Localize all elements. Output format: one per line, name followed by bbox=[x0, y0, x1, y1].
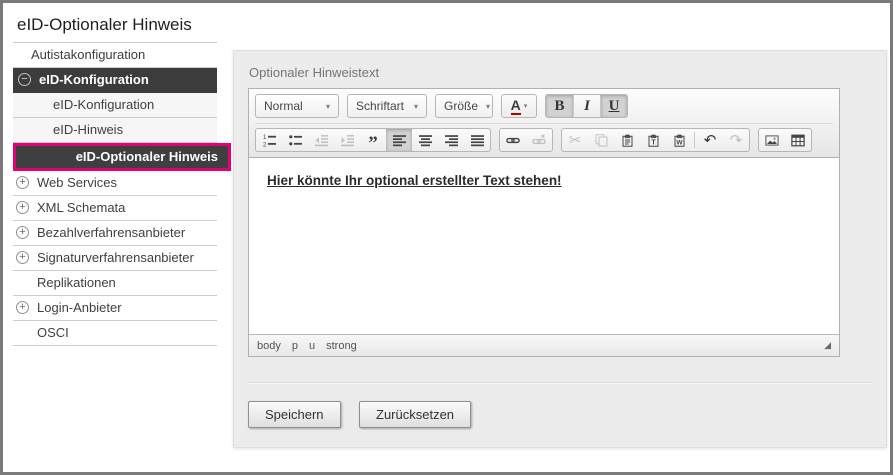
expand-plus-icon[interactable]: + bbox=[16, 201, 29, 214]
elements-path-body[interactable]: body bbox=[257, 340, 281, 352]
sidebar-item-replikationen[interactable]: Replikationen bbox=[13, 271, 217, 296]
editor-toolbar: Normal ▾ Schriftart ▾ Größe ▾ bbox=[249, 89, 839, 158]
chevron-down-icon: ▾ bbox=[326, 102, 330, 111]
insert-link-button[interactable] bbox=[500, 129, 526, 151]
bulleted-list-button[interactable] bbox=[282, 129, 308, 151]
align-left-button[interactable] bbox=[386, 129, 412, 151]
increase-indent-button bbox=[334, 129, 360, 151]
chevron-down-icon: ▾ bbox=[524, 102, 528, 110]
sidebar-item-label: XML Schemata bbox=[37, 200, 125, 215]
paste-as-text-button[interactable]: T bbox=[640, 129, 666, 151]
chevron-down-icon: ▾ bbox=[414, 102, 418, 111]
blockquote-button[interactable]: ” bbox=[360, 129, 386, 151]
copy-button bbox=[588, 129, 614, 151]
sidebar-item-bezahlverfahrensanbieter[interactable]: + Bezahlverfahrensanbieter bbox=[13, 221, 217, 246]
form-actions: Speichern Zurücksetzen bbox=[234, 384, 886, 445]
text-color-icon: A bbox=[511, 98, 521, 115]
paste-from-word-button[interactable]: W bbox=[666, 129, 692, 151]
text-color-button[interactable]: A ▾ bbox=[502, 95, 536, 117]
link-group bbox=[499, 128, 553, 152]
paragraph-format-dropdown[interactable]: Normal ▾ bbox=[255, 94, 339, 118]
editor-elements-path-bar: body p u strong ◢ bbox=[249, 334, 839, 356]
redo-button: ↷ bbox=[723, 129, 749, 151]
sidebar-item-eid-hinweis[interactable]: eID-Hinweis bbox=[13, 118, 217, 143]
italic-button[interactable]: I bbox=[573, 95, 600, 117]
sidebar-item-osci[interactable]: OSCI bbox=[13, 321, 217, 346]
hint-text-form: Optionaler Hinweistext Normal ▾ Schrifta… bbox=[234, 51, 886, 384]
sidebar-navigation: eID-Optionaler Hinweis Autistakonfigurat… bbox=[13, 9, 217, 346]
elements-path-strong[interactable]: strong bbox=[326, 340, 357, 352]
sidebar-item-label: eID-Hinweis bbox=[53, 122, 123, 137]
svg-text:1: 1 bbox=[263, 135, 267, 141]
field-label: Optionaler Hinweistext bbox=[249, 65, 872, 80]
font-size-dropdown[interactable]: Größe ▾ bbox=[435, 94, 493, 118]
align-right-button[interactable] bbox=[438, 129, 464, 151]
svg-text:T: T bbox=[651, 139, 656, 146]
sidebar-item-web-services[interactable]: + Web Services bbox=[13, 171, 217, 196]
content-panel: Optionaler Hinweistext Normal ▾ Schrifta… bbox=[233, 50, 887, 448]
sidebar-item-label: Replikationen bbox=[37, 275, 116, 290]
richtext-editor: Normal ▾ Schriftart ▾ Größe ▾ bbox=[248, 88, 840, 357]
sidebar-item-signaturverfahrensanbieter[interactable]: + Signaturverfahrensanbieter bbox=[13, 246, 217, 271]
align-justify-button[interactable] bbox=[464, 129, 490, 151]
sidebar-item-eid-konfiguration-parent[interactable]: − eID-Konfiguration bbox=[13, 68, 217, 93]
text-color-group: A ▾ bbox=[501, 94, 537, 118]
sidebar-item-label: Login-Anbieter bbox=[37, 300, 122, 315]
numbered-list-button[interactable]: 12 bbox=[256, 129, 282, 151]
bold-button[interactable]: B bbox=[546, 95, 573, 117]
font-family-dropdown[interactable]: Schriftart ▾ bbox=[347, 94, 427, 118]
sidebar-item-label: Signaturverfahrensanbieter bbox=[37, 250, 194, 265]
expand-plus-icon[interactable]: + bbox=[16, 251, 29, 264]
chevron-down-icon: ▾ bbox=[486, 102, 490, 111]
collapse-minus-icon[interactable]: − bbox=[18, 73, 31, 86]
reset-button[interactable]: Zurücksetzen bbox=[359, 401, 471, 428]
save-button[interactable]: Speichern bbox=[248, 401, 341, 428]
sidebar-item-xml-schemata[interactable]: + XML Schemata bbox=[13, 196, 217, 221]
insert-table-button[interactable] bbox=[785, 129, 811, 151]
sidebar-item-label: OSCI bbox=[37, 325, 69, 340]
undo-button[interactable]: ↶ bbox=[697, 129, 723, 151]
toolbar-row-1: Normal ▾ Schriftart ▾ Größe ▾ bbox=[255, 94, 833, 124]
insert-group bbox=[758, 128, 812, 152]
expand-plus-icon[interactable]: + bbox=[16, 226, 29, 239]
sidebar-item-label: eID-Optionaler Hinweis bbox=[76, 149, 218, 164]
svg-text:W: W bbox=[676, 139, 683, 146]
cut-button: ✂ bbox=[562, 129, 588, 151]
insert-image-button[interactable] bbox=[759, 129, 785, 151]
basic-styles-group: B I U bbox=[545, 94, 628, 118]
sidebar-item-label: Autistakonfiguration bbox=[31, 47, 145, 62]
sidebar-item-eid-optionaler-hinweis-selected[interactable]: eID-Optionaler Hinweis bbox=[13, 143, 231, 171]
font-family-value: Schriftart bbox=[356, 99, 404, 113]
clipboard-group: ✂ T W bbox=[561, 128, 750, 152]
decrease-indent-button bbox=[308, 129, 334, 151]
paragraph-format-value: Normal bbox=[264, 99, 303, 113]
paste-button[interactable] bbox=[614, 129, 640, 151]
underline-button[interactable]: U bbox=[600, 95, 627, 117]
editor-text: Hier könnte Ihr optional erstellter Text… bbox=[267, 173, 821, 188]
sidebar-item-label: eID-Konfiguration bbox=[39, 72, 149, 87]
svg-text:2: 2 bbox=[263, 142, 267, 147]
expand-plus-icon[interactable]: + bbox=[16, 301, 29, 314]
paragraph-group: 12 ” bbox=[255, 128, 491, 152]
page-title: eID-Optionaler Hinweis bbox=[13, 9, 217, 43]
sidebar-item-label: eID-Konfiguration bbox=[53, 97, 154, 112]
toolbar-row-2: 12 ” bbox=[255, 128, 833, 157]
elements-path-u[interactable]: u bbox=[309, 340, 315, 352]
sidebar-item-label: Web Services bbox=[37, 175, 117, 190]
font-size-value: Größe bbox=[444, 99, 478, 113]
remove-link-button bbox=[526, 129, 552, 151]
expand-plus-icon[interactable]: + bbox=[16, 176, 29, 189]
editor-resize-handle-icon[interactable]: ◢ bbox=[824, 340, 831, 351]
elements-path-p[interactable]: p bbox=[292, 340, 298, 352]
editor-content-area[interactable]: Hier könnte Ihr optional erstellter Text… bbox=[249, 158, 839, 334]
toolbar-separator bbox=[694, 132, 695, 148]
sidebar-item-label: Bezahlverfahrensanbieter bbox=[37, 225, 185, 240]
sidebar-item-eid-konfiguration[interactable]: eID-Konfiguration bbox=[13, 93, 217, 118]
sidebar-item-login-anbieter[interactable]: + Login-Anbieter bbox=[13, 296, 217, 321]
align-center-button[interactable] bbox=[412, 129, 438, 151]
app-window: eID-Optionaler Hinweis Autistakonfigurat… bbox=[0, 0, 893, 475]
sidebar-item-autistakonfiguration[interactable]: Autistakonfiguration bbox=[13, 43, 217, 68]
